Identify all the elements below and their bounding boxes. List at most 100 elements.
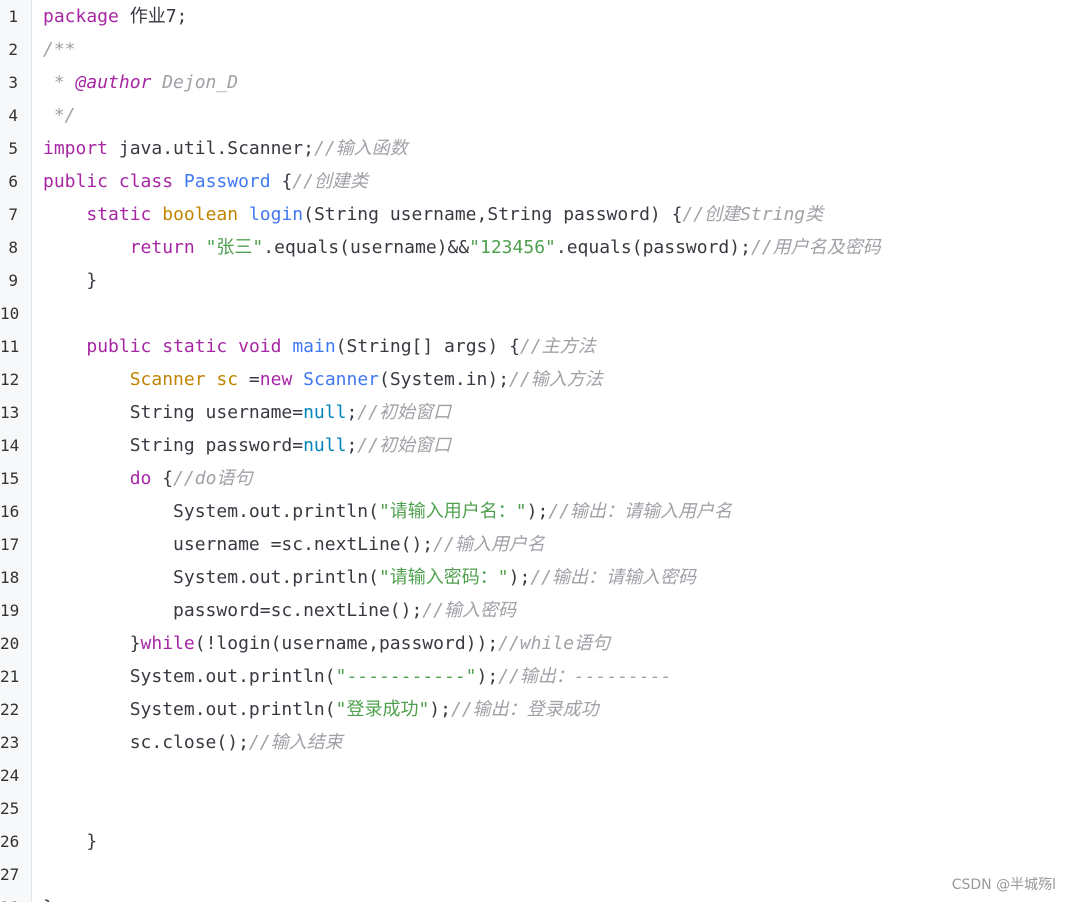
code-line: 6 public class Password {//创建类 <box>0 165 1069 198</box>
code-text: System.out.println("-----------");//输出：-… <box>43 660 672 693</box>
code-token: } <box>43 831 98 852</box>
code-line: 13 String username=null;//初始窗口 <box>0 396 1069 429</box>
line-number: 7 <box>8 205 18 224</box>
code-token: ; <box>346 402 358 423</box>
code-token: //输入方法 <box>509 369 603 390</box>
code-line: 14 String password=null;//初始窗口 <box>0 429 1069 462</box>
code-line: 17 username =sc.nextLine();//输入用户名 <box>0 528 1069 561</box>
code-token: ); <box>526 501 549 522</box>
line-number: 18 <box>0 568 20 587</box>
code-text: public static void main(String[] args) {… <box>43 330 596 363</box>
code-token: ); <box>508 567 531 588</box>
code-token: "123456" <box>469 237 556 258</box>
line-number: 3 <box>8 73 18 92</box>
code-token: (String[] args) { <box>335 336 520 357</box>
code-token: //输入用户名 <box>433 534 545 555</box>
code-line: 12 Scanner sc =new Scanner(System.in);//… <box>0 363 1069 396</box>
code-line: 10 <box>0 297 1069 330</box>
code-token: (!login(username,password)); <box>194 633 499 654</box>
csdn-watermark: CSDN @半城殇l <box>951 877 1056 893</box>
code-token: "张三" <box>205 237 264 258</box>
code-token: public <box>43 171 109 192</box>
code-text: */ <box>43 99 76 132</box>
line-number: 5 <box>8 139 18 158</box>
line-number: 13 <box>0 403 20 422</box>
code-token: Dejon_D <box>151 72 239 93</box>
code-token: "登录成功" <box>335 699 430 720</box>
code-line: 23 sc.close();//输入结束 <box>0 726 1069 759</box>
code-line: 7 static boolean login(String username,S… <box>0 198 1069 231</box>
code-token: { <box>151 468 174 489</box>
line-number: 16 <box>0 502 20 521</box>
code-token: "-----------" <box>335 666 477 687</box>
code-token: System.out.println( <box>43 666 336 687</box>
code-token: { <box>270 171 293 192</box>
code-line: 22 System.out.println("登录成功");//输出：登录成功 <box>0 693 1069 726</box>
code-token: do <box>129 468 152 489</box>
code-token: //while语句 <box>498 633 611 654</box>
code-token: password=sc.nextLine(); <box>43 600 423 621</box>
code-token: login <box>248 204 304 225</box>
code-token: return <box>129 237 195 258</box>
code-token: (String username,String password) { <box>303 204 683 225</box>
code-text: username =sc.nextLine();//输入用户名 <box>43 528 545 561</box>
code-token: ); <box>429 699 451 720</box>
code-token: null <box>303 435 347 456</box>
code-token: //用户名及密码 <box>750 237 881 258</box>
code-text: static boolean login(String username,Str… <box>43 198 823 231</box>
code-token: //初始窗口 <box>357 402 451 423</box>
line-number: 22 <box>0 700 20 719</box>
code-token: //do语句 <box>173 468 253 489</box>
code-text: return "张三".equals(username)&&"123456".e… <box>43 231 881 264</box>
code-token: (System.in); <box>379 369 510 390</box>
line-number: 15 <box>0 469 20 488</box>
code-token: System.out.println( <box>43 567 379 588</box>
code-token: boolean <box>162 204 239 225</box>
code-lines: 1 package 作业7; 2/** 3 * @author Dejon_D 4 */… <box>0 0 1069 902</box>
code-token: } <box>43 897 54 902</box>
code-text: } <box>43 264 97 297</box>
code-token: //输出：请输入密码 <box>530 567 697 588</box>
code-line: 16 System.out.println("请输入用户名：");//输出：请输… <box>0 495 1069 528</box>
code-token: //初始窗口 <box>357 435 451 456</box>
code-token: //输入函数 <box>313 138 408 159</box>
line-number: 6 <box>8 172 18 191</box>
code-token: class <box>118 171 174 192</box>
line-number: 2 <box>8 40 18 59</box>
code-text: }while(!login(username,password));//whil… <box>43 627 610 660</box>
code-line: 8 return "张三".equals(username)&&"123456"… <box>0 231 1069 264</box>
code-line: 18 System.out.println("请输入密码：");//输出：请输入… <box>0 561 1069 594</box>
code-token: /** <box>43 39 76 60</box>
code-token: //输入结束 <box>248 732 343 753</box>
code-token: public <box>86 336 152 357</box>
code-line: 2 /** <box>0 33 1069 66</box>
line-number: 24 <box>0 766 20 785</box>
code-token: } <box>43 633 141 654</box>
code-text: } <box>43 891 54 902</box>
code-text: * @author Dejon_D <box>43 66 238 99</box>
code-token: //主方法 <box>519 336 596 357</box>
code-line: 21 System.out.println("-----------");//输… <box>0 660 1069 693</box>
line-number: 26 <box>0 832 20 851</box>
code-token: ; <box>346 435 358 456</box>
code-line: 19 password=sc.nextLine();//输入密码 <box>0 594 1069 627</box>
code-token: .equals(username)&& <box>263 237 470 258</box>
code-token: new <box>259 369 293 390</box>
code-line: 20 }while(!login(username,password));//w… <box>0 627 1069 660</box>
code-token: java.util.Scanner; <box>108 138 314 159</box>
code-text: package 作业7; <box>43 0 187 33</box>
code-token: void <box>238 336 282 357</box>
code-token: username =sc.nextLine(); <box>43 534 434 555</box>
code-text: import java.util.Scanner;//输入函数 <box>43 132 408 165</box>
line-number: 25 <box>0 799 20 818</box>
code-token: * <box>43 72 76 93</box>
line-number: 28 <box>0 891 19 902</box>
